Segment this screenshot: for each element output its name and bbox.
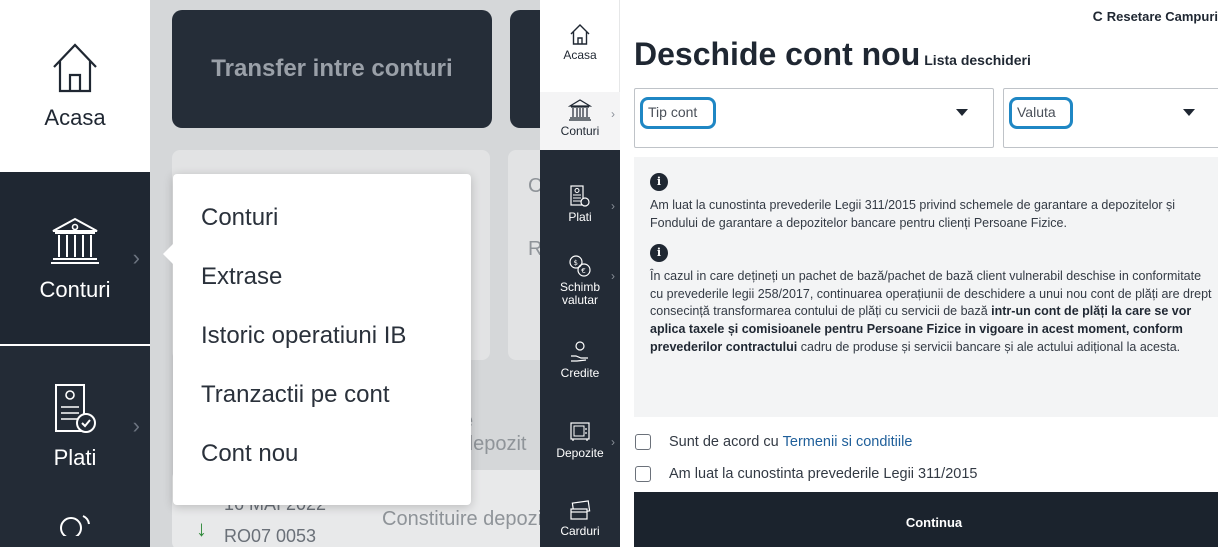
reset-fields-button[interactable]: C Resetare Campuri [1093,8,1218,24]
sidebar-item-acasa[interactable]: Acasa [540,22,620,62]
zoomed-nav-accounts[interactable]: Conturi › [0,172,150,344]
info-icon: i [650,244,668,263]
page-title: Deschide cont nou Lista deschideri [634,36,1031,73]
main-content: C Resetare Campuri Deschide cont nou Lista… [620,0,1218,547]
invoice-icon [55,384,96,433]
submenu-item-istoric[interactable]: Istoric operatiuni IB [201,316,471,375]
terms-checkbox[interactable] [635,434,651,450]
submenu-item-extrase[interactable]: Extrase [201,257,471,316]
accounts-submenu: Conturi Extrase Istoric operatiuni IB Tr… [163,174,471,505]
legal-info-box: i Am luat la cunostinta prevederile Legi… [634,157,1218,417]
zoomed-navigation-panel: Acasa Conturi › Plati › Transfer intre c… [0,0,540,547]
info-icon: i [650,173,668,191]
info-paragraph-guarantee: Am luat la cunostinta prevederile Legii … [650,198,1176,230]
bank-icon [568,99,592,121]
page-title-text: Deschide cont nou [634,36,921,72]
zoomed-nav-home[interactable]: Acasa [0,0,150,170]
sidebar-item-conturi[interactable]: Conturi › [540,92,620,152]
sidebar-item-plati[interactable]: Plati › [540,184,620,224]
zoomed-nav-home-label: Acasa [44,105,106,130]
chevron-right-icon: › [611,107,615,121]
refresh-icon: C [1092,8,1103,24]
submenu-item-conturi[interactable]: Conturi [201,198,471,257]
zoomed-nav-accounts-label: Conturi [39,277,111,302]
chevron-right-icon: › [132,245,140,270]
account-type-select[interactable]: Tip cont [634,88,994,148]
zoomed-side-nav: Acasa Conturi › Plati › [0,0,150,547]
sidebar-item-label: Credite [560,366,600,380]
transfer-tile-title: Transfer intre conturi [211,55,453,82]
currency-exchange-icon: $€ [569,255,591,277]
invoice-icon [570,185,590,207]
sidebar-item-carduri[interactable]: Carduri [540,500,620,538]
sidebar-dark-section: Plati › $ € Schimb valutar › Credite Depo… [540,150,620,547]
law-checkbox-label: Am luat la cunostinta prevederile Legii … [669,466,978,482]
cards-icon [570,500,591,520]
arrow-down-icon: ↓ [196,516,207,541]
caret-down-icon [956,109,968,116]
currency-exchange-icon [60,515,90,536]
caret-down-icon [1183,109,1195,116]
sidebar-item-label: Carduri [560,524,600,538]
safe-icon [570,422,590,441]
home-icon [53,43,97,93]
continue-button-label: Continua [905,514,963,530]
screenshot-root: Acasa Conturi › Plati › Transfer intre c… [0,0,1218,547]
credit-hand-icon [571,341,588,362]
sidebar-item-label: Depozite [556,446,604,460]
sidebar: Acasa Conturi › Plati › $ € Schimb valuta… [540,0,620,547]
sidebar-item-label: Schimb valutar [559,280,600,307]
transaction-desc: Constituire depozit [382,508,540,530]
sidebar-item-label: Conturi [560,124,600,138]
submenu-item-tranzactii[interactable]: Tranzactii pe cont [201,375,471,434]
new-account-page: Acasa Conturi › Plati › $ € Schimb valuta… [540,0,1218,547]
faded-text: Cl [528,175,540,197]
info-paragraph-basic-account: În cazul in care dețineți un pachet de b… [650,268,1214,356]
sidebar-item-depozite[interactable]: Depozite › [540,420,620,460]
zoomed-nav-payments-label: Plati [53,445,97,470]
terms-link[interactable]: Termenii si conditiile [783,434,913,450]
svg-text:€: € [581,267,585,275]
info-text: cadru de produse și servicii bancare și … [797,339,1181,354]
sidebar-item-credite[interactable]: Credite [540,340,620,380]
submenu-item-cont-nou[interactable]: Cont nou [201,434,471,493]
account-type-placeholder: Tip cont [640,97,716,129]
chevron-right-icon: › [611,435,615,449]
sidebar-item-label: Acasa [563,48,597,62]
terms-checkbox-label: Sunt de acord cu [669,434,779,450]
svg-text:$: $ [574,259,578,267]
chevron-right-icon: › [132,413,140,438]
home-icon [570,24,590,45]
currency-placeholder: Valuta [1009,97,1073,129]
law-checkbox[interactable] [635,466,651,482]
zoomed-nav-exchange[interactable] [0,506,150,547]
zoomed-nav-payments[interactable]: Plati › [0,346,150,506]
reset-fields-label: Resetare Campuri [1106,9,1218,24]
transfer-tile[interactable]: Transfer intre conturi [172,10,492,128]
transaction-ref: RO07 0053 [224,526,317,546]
sidebar-item-schimb-valutar[interactable]: $ € Schimb valutar › [540,254,620,307]
sidebar-item-label: Plati [568,210,592,224]
currency-select[interactable]: Valuta [1003,88,1218,148]
chevron-right-icon: › [611,199,615,213]
terms-checkbox-row[interactable]: Sunt de acord cu Termenii si conditiile [635,434,912,450]
openings-list-link[interactable]: Lista deschideri [924,52,1031,68]
chevron-right-icon: › [611,269,615,283]
bank-icon [51,217,99,264]
law-checkbox-row[interactable]: Am luat la cunostinta prevederile Legii … [635,466,977,482]
faded-text: e depozit [462,410,527,455]
continue-button[interactable]: Continua [634,492,1218,547]
secondary-tile[interactable] [510,10,540,128]
faded-text: R [528,238,540,260]
